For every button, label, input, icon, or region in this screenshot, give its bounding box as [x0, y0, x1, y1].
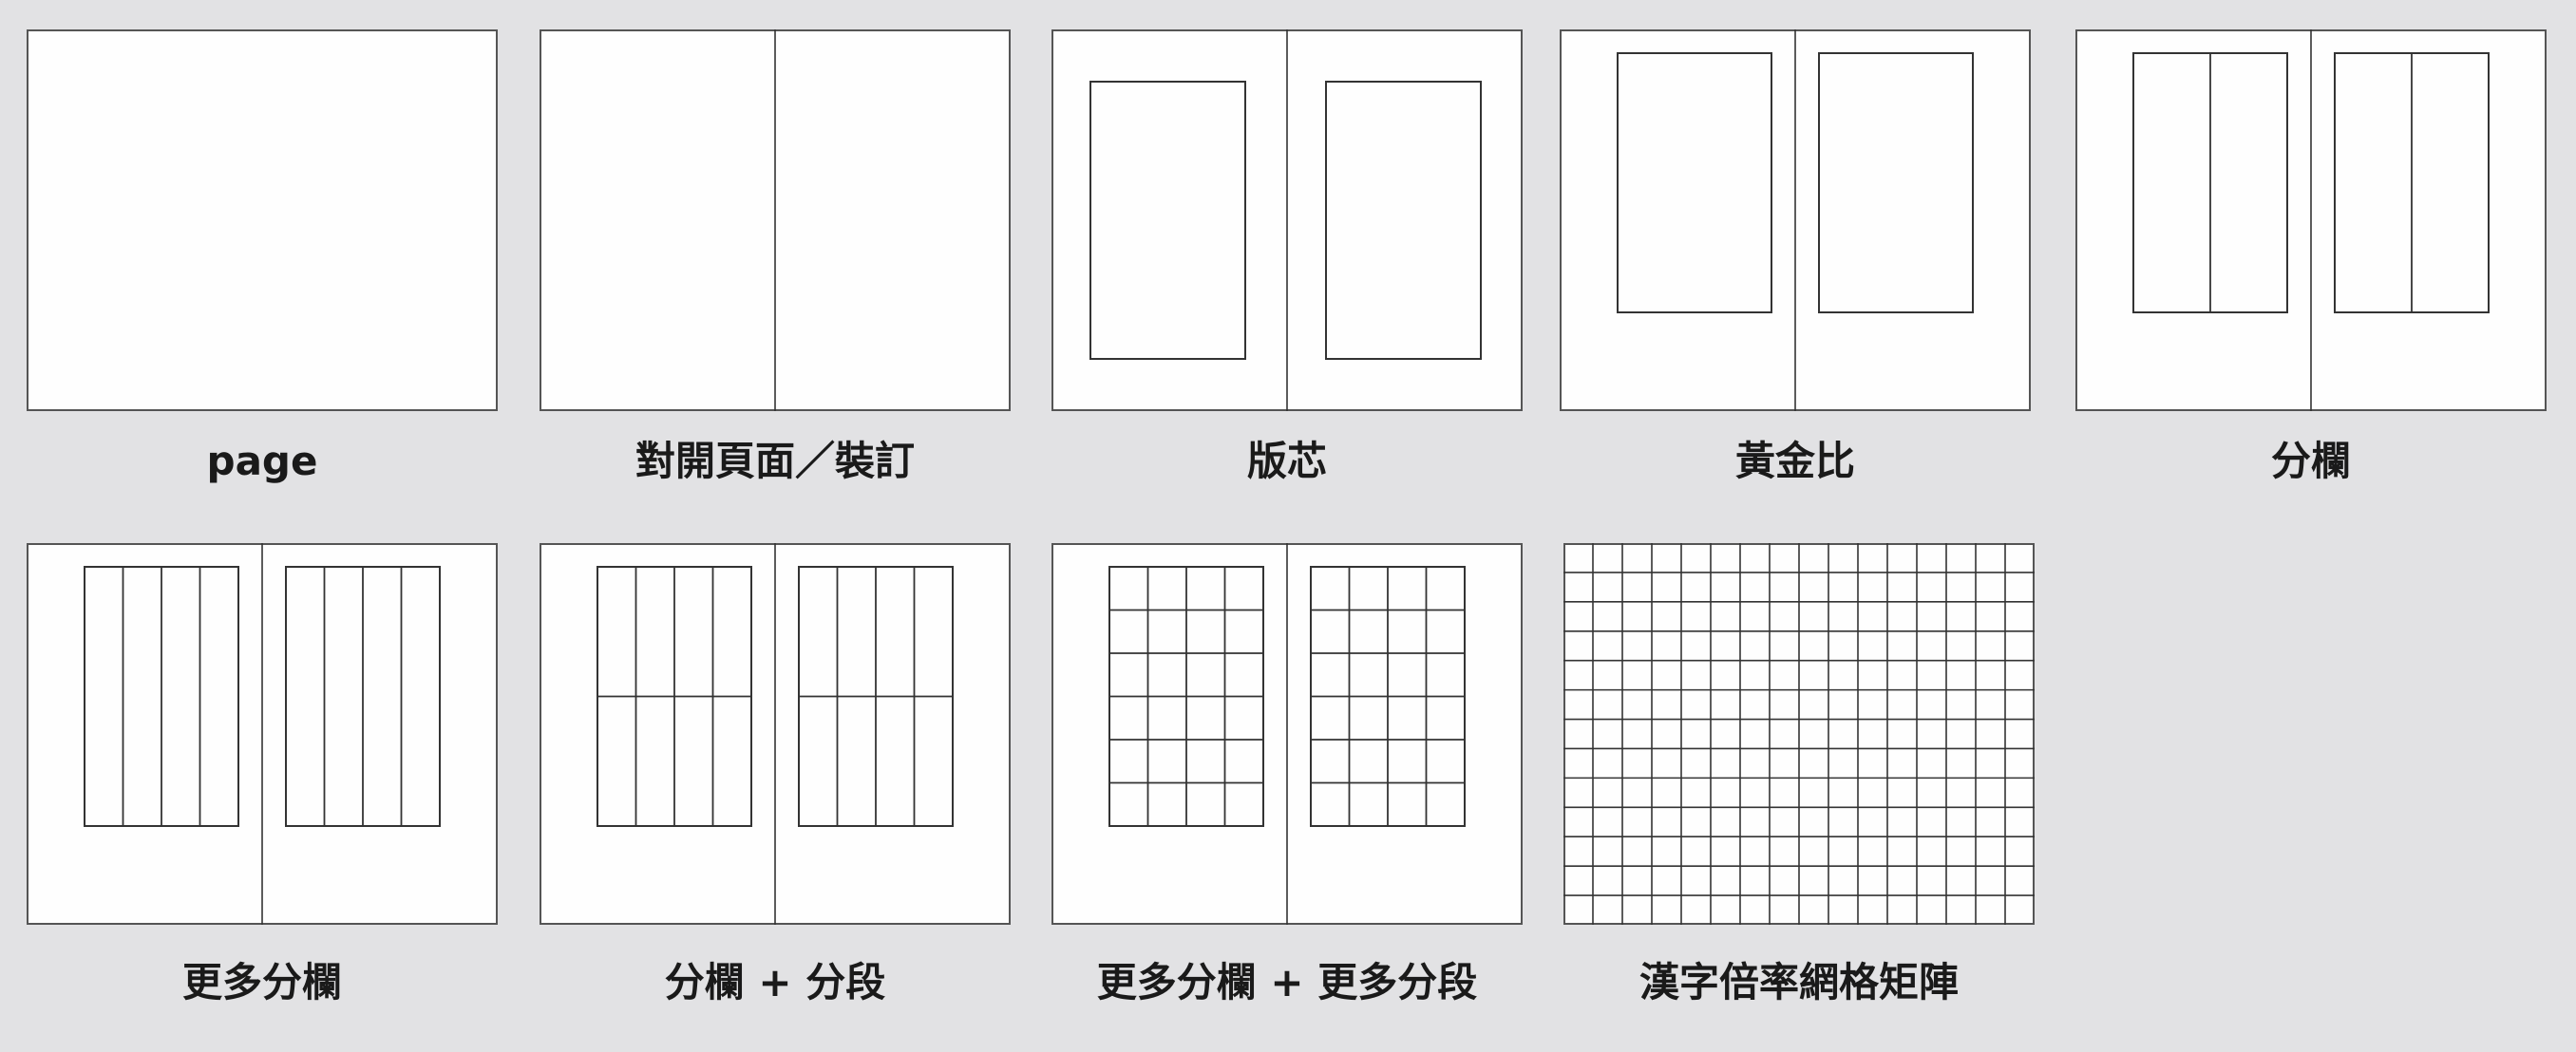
caption-columns-rows: 分欄 + 分段	[664, 959, 886, 1005]
panel-spread-diagram	[774, 29, 776, 411]
caption-hanzi-grid: 漢字倍率網格矩陣	[1638, 959, 1959, 1005]
text-block	[1089, 81, 1246, 360]
caption-more-columns: 更多分欄	[181, 959, 342, 1005]
panel-more-columns-rows-diagram	[1108, 543, 1466, 925]
text-block	[1617, 52, 1772, 313]
panel-page	[27, 29, 498, 411]
caption-page: page	[206, 438, 318, 484]
caption-columns: 分欄	[2270, 438, 2351, 484]
text-block	[1818, 52, 1974, 313]
caption-golden-ratio: 黃金比	[1734, 438, 1855, 484]
panel-columns-rows	[540, 543, 1011, 925]
caption-spread: 對開頁面／裝訂	[635, 438, 915, 484]
panel-type-area	[1051, 29, 1523, 411]
panel-columns	[2075, 29, 2547, 411]
panel-more-columns	[27, 543, 498, 925]
panel-more-columns-diagram	[84, 543, 441, 925]
caption-type-area: 版芯	[1246, 438, 1327, 484]
panel-hanzi-grid-diagram	[1563, 543, 2035, 925]
caption-more-columns-rows: 更多分欄 + 更多分段	[1096, 959, 1478, 1005]
panel-type-area-diagram	[1089, 29, 1482, 411]
panel-more-columns-rows	[1051, 543, 1523, 925]
panel-golden-ratio-diagram	[1617, 29, 1974, 411]
panel-spread	[540, 29, 1011, 411]
panel-columns-rows-diagram	[597, 543, 954, 925]
panel-hanzi-grid	[1563, 543, 2035, 925]
panel-columns-diagram	[2132, 29, 2490, 411]
panel-golden-ratio	[1560, 29, 2031, 411]
panel-page-diagram	[27, 29, 498, 411]
text-block	[1325, 81, 1482, 360]
